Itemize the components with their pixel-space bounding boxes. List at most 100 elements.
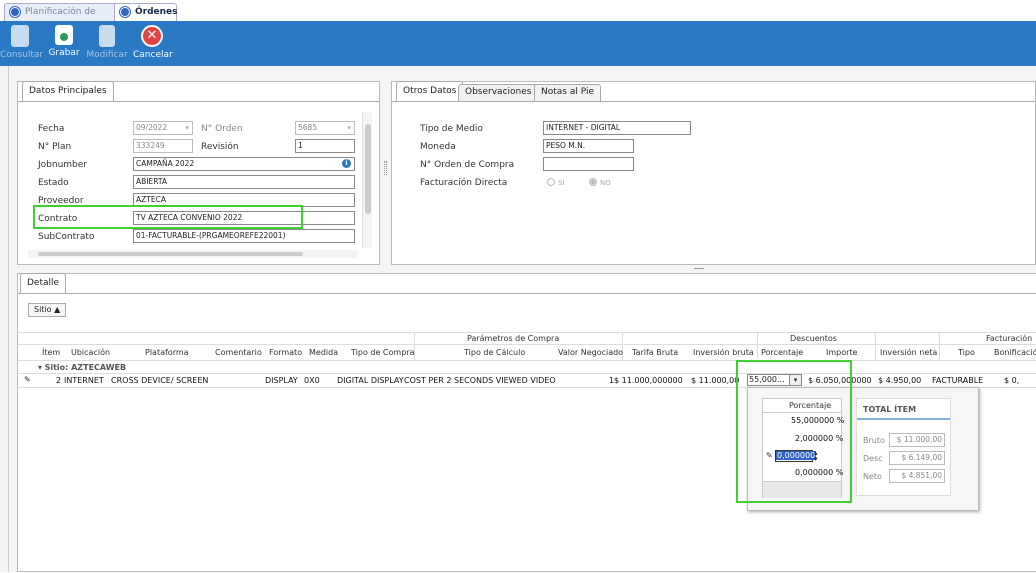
norden-field[interactable]: 5685 ▾	[295, 121, 355, 135]
horizontal-scrollbar[interactable]	[28, 250, 358, 258]
grabar-label: Grabar	[48, 48, 80, 58]
subcontrato-field[interactable]: 01-FACTURABLE-(PRGAMEOREFE22001)	[133, 229, 355, 243]
col-valor-negociado[interactable]: Valor Negociado	[558, 348, 623, 357]
estado-value: ABIERTA	[136, 177, 168, 186]
subcontrato-label: SubContrato	[38, 232, 95, 242]
vertical-scrollbar[interactable]	[362, 112, 372, 248]
bruto-label: Bruto	[863, 436, 885, 445]
tipo-medio-field: INTERNET - DIGITAL	[543, 121, 691, 135]
edit-icon	[99, 25, 115, 47]
cancelar-label: Cancelar	[133, 50, 173, 60]
tab-planificacion-digital[interactable]: Planificación de Digital	[4, 3, 118, 34]
col-porcentaje[interactable]: Porcentaje	[761, 348, 803, 357]
desc-value: $ 6.149,00	[889, 451, 945, 465]
toolbar: Consultar Grabar Modificar ✕ Cancelar	[0, 21, 1036, 66]
col-formato[interactable]: Formato	[269, 348, 302, 357]
estado-label: Estado	[38, 178, 69, 188]
grabar-button[interactable]: Grabar	[47, 25, 81, 58]
col-inversion-bruta[interactable]: Inversión bruta	[693, 348, 754, 357]
col-item[interactable]: Ítem	[42, 348, 60, 357]
sort-up-icon: ▲	[54, 305, 61, 314]
fecha-label: Fecha	[38, 124, 65, 134]
col-bonificacion[interactable]: Bonificación	[994, 348, 1036, 357]
col-inversion-neta[interactable]: Inversión neta	[880, 348, 937, 357]
save-icon	[55, 25, 73, 45]
cell-inversion-bruta: $ 11.000,00	[691, 376, 740, 385]
tipo-medio-label: Tipo de Medio	[420, 124, 483, 134]
chevron-down-icon: ▾	[185, 124, 189, 132]
edit-pencil-icon: ✎	[24, 375, 31, 384]
col-tipo-compra[interactable]: Tipo de Compra	[351, 348, 414, 357]
radio-no[interactable]: NO	[589, 178, 611, 187]
info-icon[interactable]: i	[342, 159, 351, 168]
col-plataforma[interactable]: Plataforma	[145, 348, 189, 357]
moneda-label: Moneda	[420, 142, 456, 152]
tab-observaciones[interactable]: Observaciones	[458, 84, 539, 101]
tipo-medio-value: INTERNET - DIGITAL	[546, 123, 621, 132]
group-row[interactable]: ▾ Sitio: AZTECAWEB	[38, 363, 126, 372]
cell-tipo-compra: DIGITAL DISPLAY	[337, 376, 404, 385]
cancel-icon: ✕	[141, 25, 163, 47]
header-descuentos: Descuentos	[790, 334, 837, 343]
desc-label: Desc	[863, 454, 883, 463]
total-item-box: TOTAL ÍTEM Bruto $ 11.000,00 Desc $ 6.14…	[856, 398, 951, 496]
header-facturacion: Facturación	[986, 334, 1033, 343]
header-parametros: Parámetros de Compra	[467, 334, 560, 343]
col-comentario[interactable]: Comentario	[215, 348, 262, 357]
porcentaje-highlight	[736, 360, 852, 503]
radio-selected-icon	[589, 178, 597, 186]
orden-compra-input[interactable]	[543, 157, 634, 171]
tab-detalle[interactable]: Detalle	[20, 273, 67, 293]
fecha-value: 09/2022	[136, 123, 168, 132]
tab-label: Órdenes	[135, 7, 178, 17]
tab-otros-datos[interactable]: Otros Datos	[396, 81, 464, 101]
radio-icon	[547, 178, 555, 186]
cell-tipo-calculo: COST PER 2 SECONDS VIEWED VIDEO	[404, 376, 556, 385]
cell-ubicacion: INTERNET	[64, 376, 104, 385]
table-row[interactable]: ✎ 2 INTERNET CROSS DEVICE/ SCREEN DISPLA…	[18, 374, 1036, 387]
cell-inversion-neta: $ 4.950,00	[878, 376, 922, 385]
panel-splitter[interactable]	[384, 161, 387, 175]
group-by-sitio-button[interactable]: Sitio ▲	[28, 303, 67, 317]
col-medida[interactable]: Medida	[309, 348, 338, 357]
jobnumber-field[interactable]: CAMPAÑA 2022 i	[133, 157, 355, 171]
proveedor-value: AZTECA	[136, 195, 166, 204]
radio-si[interactable]: SI	[547, 178, 565, 187]
horizontal-splitter[interactable]	[694, 268, 704, 269]
group-button-label: Sitio	[34, 305, 52, 314]
jobnumber-label: Jobnumber	[38, 160, 87, 170]
chevron-down-icon: ▾	[347, 124, 351, 132]
modificar-label: Modificar	[86, 50, 128, 60]
orden-compra-label: N° Orden de Compra	[420, 160, 515, 170]
nplan-field: 333249	[133, 139, 193, 153]
consultar-label: Consultar	[0, 50, 44, 60]
col-tipo-calculo[interactable]: Tipo de Cálculo	[464, 348, 525, 357]
estado-field: ABIERTA	[133, 175, 355, 189]
detalle-panel: Detalle Sitio ▲ Parámetros de Compra Des…	[17, 273, 1036, 572]
norden-value: 5685	[298, 123, 318, 132]
consultar-icon	[11, 25, 29, 47]
revision-value: 1	[298, 141, 303, 150]
tab-ordenes[interactable]: Órdenes	[114, 3, 178, 21]
col-tipo[interactable]: Tipo	[958, 348, 975, 357]
total-item-title: TOTAL ÍTEM	[863, 405, 917, 414]
cancelar-button[interactable]: ✕ Cancelar	[133, 25, 173, 60]
nplan-label: N° Plan	[38, 142, 72, 152]
cell-bonificacion: $ 0,	[1004, 376, 1020, 385]
collapse-icon: ▾	[38, 363, 43, 372]
main-content: Datos Principales Fecha 09/2022 ▾ N° Orde…	[9, 66, 1036, 572]
col-importe[interactable]: Importe	[826, 348, 857, 357]
datos-principales-panel: Datos Principales Fecha 09/2022 ▾ N° Orde…	[17, 81, 380, 265]
window-tabstrip: Planificación de Digital Órdenes	[0, 0, 1036, 34]
modificar-button[interactable]: Modificar	[86, 25, 128, 60]
tab-notas-al-pie[interactable]: Notas al Pie	[534, 84, 601, 101]
cell-tarifa-bruta: $ 11.000,000000	[614, 376, 683, 385]
col-tarifa-bruta[interactable]: Tarifa Bruta	[632, 348, 678, 357]
col-ubicacion[interactable]: Ubicación	[71, 348, 110, 357]
fecha-field[interactable]: 09/2022 ▾	[133, 121, 193, 135]
cell-tipo: FACTURABLE	[932, 376, 984, 385]
left-splitter[interactable]	[0, 66, 9, 572]
bruto-value: $ 11.000,00	[889, 433, 945, 447]
consultar-button[interactable]: Consultar	[0, 25, 44, 60]
tab-datos-principales[interactable]: Datos Principales	[22, 81, 114, 101]
